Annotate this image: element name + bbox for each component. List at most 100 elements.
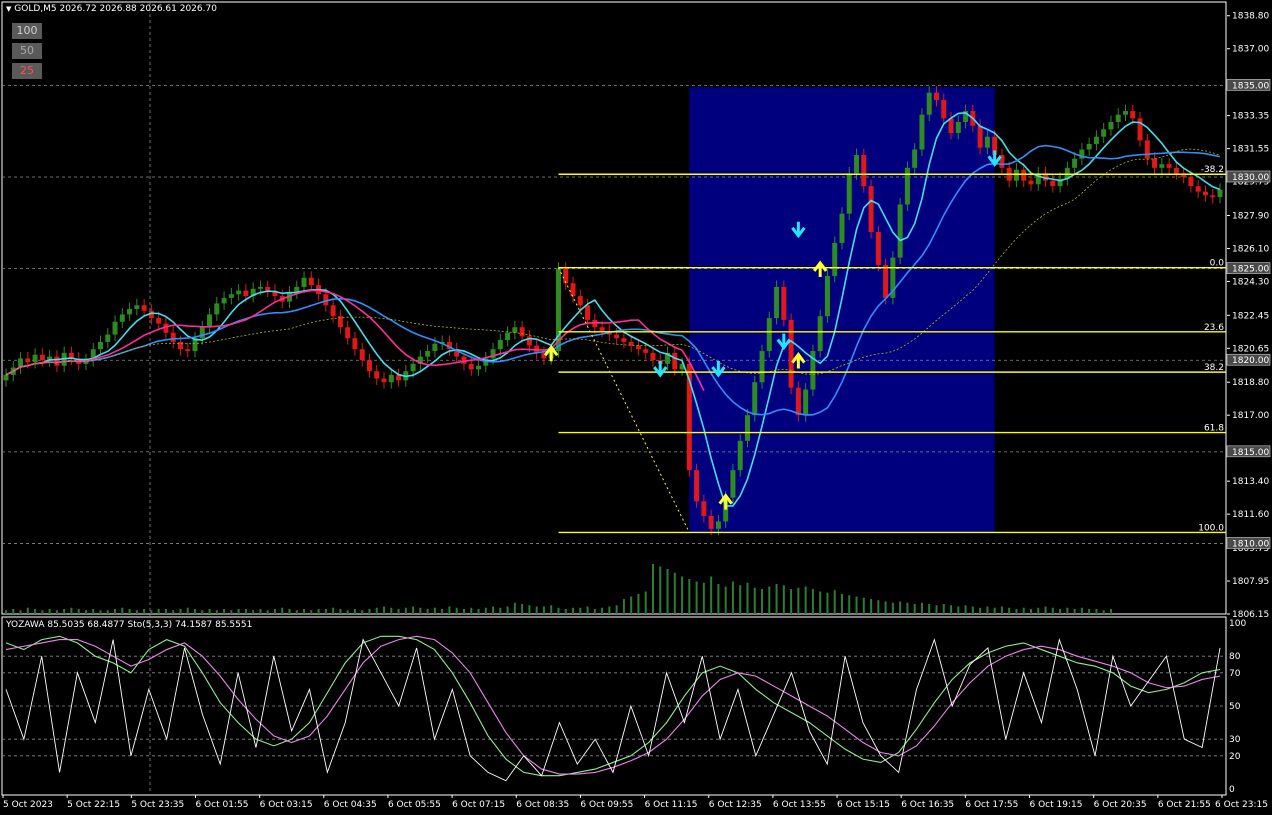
volume-bar [462,609,465,614]
lot-button-100[interactable]: 100 [12,23,42,39]
volume-bar [673,572,676,614]
volume-bar [383,606,386,614]
candle-body [941,100,947,119]
volume-bar [688,579,691,614]
candle-body [134,305,140,309]
volume-bar [1044,606,1047,614]
time-tick-label: 6 Oct 05:55 [388,800,441,810]
volume-bar [637,594,640,614]
osc-tick-label: 50 [1229,702,1241,712]
volume-bar [135,610,138,614]
candle-body [614,334,620,339]
candle-body [1086,144,1092,150]
candle-body [1122,111,1128,115]
candle-body [512,327,518,333]
candle-body [795,387,801,416]
time-tick-label: 5 Oct 2023 [3,800,53,810]
volume-bar [891,602,894,614]
volume-bar [172,610,175,614]
volume-bar [41,610,44,614]
candle-body [505,332,511,341]
candle-body [948,118,954,134]
volume-bar [244,609,247,614]
candle-body [177,341,183,350]
candle-body [570,283,576,297]
volume-bar [884,601,887,614]
time-tick-label: 6 Oct 13:55 [773,800,826,810]
candle-body [156,318,162,324]
candle-body [730,470,736,498]
osc-tick-label: 30 [1229,735,1241,745]
volume-bar [1051,607,1054,614]
time-tick-label: 6 Oct 04:35 [324,800,377,810]
volume-bar [557,607,560,614]
lot-button-50[interactable]: 50 [12,43,42,59]
volume-bar [593,609,596,614]
price-tick-label: 1838.80 [1232,12,1269,22]
volume-bar [208,609,211,614]
candle-body [497,340,503,350]
candle-body [127,308,133,315]
candle-body [432,343,438,352]
candle-body [585,305,591,320]
volume-bar [746,582,749,614]
volume-bar [368,609,371,614]
fibo-level-label: -38.2 [1201,165,1224,175]
volume-bar [840,594,843,614]
volume-bar [528,605,531,614]
candle-body [214,303,220,315]
candle-body [781,286,787,320]
volume-bar [761,589,764,614]
volume-bar [1037,607,1040,614]
candle-body [32,354,38,363]
candle-body [984,136,990,148]
candle-body [25,358,31,363]
candle-body [883,264,889,298]
time-tick-label: 6 Oct 08:35 [516,800,569,810]
candle-body [519,327,525,337]
candle-body [1173,167,1179,174]
dropdown-triangle-icon[interactable]: ▼ [6,5,11,13]
fibo-trend-line [558,267,690,533]
candle-body [1028,180,1034,185]
chart-window[interactable]: -38.2 0.0 23.6 38.2 61.8 100.0 1838.80 1837.00 1… [0,0,1272,815]
candle-body [977,125,983,148]
volume-bar [877,600,880,614]
volume-bar [114,609,117,614]
volume-bar [332,607,335,614]
lot-button-25[interactable]: 25 [12,63,42,79]
oscillator-header: YOZAWA 85.5035 68.4877 Sto(5,3,3) 74.158… [6,620,253,630]
candle-body [345,327,351,339]
volume-bar [615,605,618,614]
candle-body [381,378,387,383]
time-tick-label: 6 Oct 15:15 [837,800,890,810]
volume-bar [644,591,647,614]
candle-body [257,286,263,289]
osc-tick-label: 100 [1229,619,1246,629]
candle-body [3,374,9,381]
candle-body [1021,169,1027,181]
candle-body [788,319,794,388]
candle-body [759,351,765,383]
time-tick-label: 6 Oct 17:55 [965,800,1018,810]
volume-bar [564,609,567,614]
candle-body [228,294,234,298]
price-tick-label: 1827.90 [1232,211,1269,221]
volume-bar [26,607,29,614]
volume-bar [782,585,785,614]
volume-bar [506,606,509,614]
volume-bar [470,607,473,614]
candle-body [839,213,845,243]
osc-tick-label: 20 [1229,752,1241,762]
volume-bar [521,604,524,614]
volume-bar [128,609,131,614]
candle-body [374,371,380,379]
chart-canvas[interactable]: -38.2 0.0 23.6 38.2 61.8 100.0 1838.80 1837.00 1… [0,0,1272,815]
volume-bar [702,582,705,614]
volume-bar [928,604,931,614]
volume-bar [433,607,436,614]
volume-bar [164,609,167,614]
volume-bar [899,601,902,614]
price-tick-label: 1820.65 [1232,344,1269,354]
candle-body [1101,129,1107,137]
